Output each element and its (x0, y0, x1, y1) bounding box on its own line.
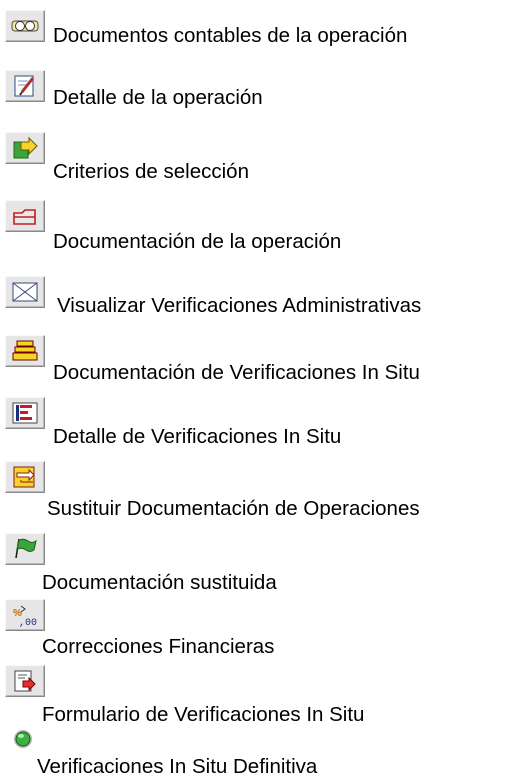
replace-documents-icon[interactable] (5, 461, 45, 493)
selection-arrow-icon[interactable] (5, 132, 45, 164)
view-accounting-icon[interactable] (5, 10, 45, 42)
action-label: Verificaciones In Situ Definitiva (37, 755, 318, 778)
action-label: Visualizar Verificaciones Administrativa… (57, 294, 422, 317)
form-arrow-icon[interactable] (5, 665, 45, 697)
action-item-criterios-seleccion[interactable]: Criterios de selección (0, 128, 511, 183)
action-label: Documentos contables de la operación (53, 24, 408, 47)
green-flag-icon[interactable] (5, 533, 45, 565)
action-item-detalle-operacion[interactable]: Detalle de la operación (0, 68, 511, 120)
stacked-documents-icon[interactable] (5, 335, 45, 367)
action-label: Documentación de Verificaciones In Situ (53, 361, 420, 384)
action-label: Criterios de selección (53, 160, 249, 183)
green-status-light-icon[interactable] (5, 725, 45, 757)
action-label: Detalle de la operación (53, 86, 263, 109)
action-label: Correcciones Financieras (42, 635, 275, 658)
action-item-verificaciones-definitiva[interactable]: Verificaciones In Situ Definitiva (0, 723, 511, 778)
action-label: Detalle de Verificaciones In Situ (53, 425, 342, 448)
action-item-sustituir-documentacion[interactable]: Sustituir Documentación de Operaciones (0, 461, 511, 520)
action-item-documentos-contables[interactable]: Documentos contables de la operación (0, 8, 511, 60)
folder-icon[interactable] (5, 200, 45, 232)
edit-detail-icon[interactable] (5, 70, 45, 102)
action-item-documentacion-verificaciones[interactable]: Documentación de Verificaciones In Situ (0, 333, 511, 385)
action-label: Sustituir Documentación de Operaciones (47, 497, 420, 520)
action-item-correcciones-financieras[interactable]: % ,00 Correcciones Financieras (0, 597, 511, 658)
action-item-documentacion-operacion[interactable]: Documentación de la operación (0, 198, 511, 253)
action-label: Documentación de la operación (53, 230, 342, 253)
action-item-detalle-verificaciones[interactable]: Detalle de Verificaciones In Situ (0, 393, 511, 448)
list-detail-icon[interactable] (5, 397, 45, 429)
action-item-documentacion-sustituida[interactable]: Documentación sustituida (0, 531, 511, 594)
financial-correction-icon[interactable]: % ,00 (5, 599, 45, 631)
envelope-icon[interactable] (5, 276, 45, 308)
action-item-formulario-verificaciones[interactable]: Formulario de Verificaciones In Situ (0, 663, 511, 726)
svg-text:,00: ,00 (19, 618, 37, 627)
action-label: Documentación sustituida (42, 571, 277, 594)
action-item-visualizar-verificaciones[interactable]: Visualizar Verificaciones Administrativa… (0, 272, 511, 324)
